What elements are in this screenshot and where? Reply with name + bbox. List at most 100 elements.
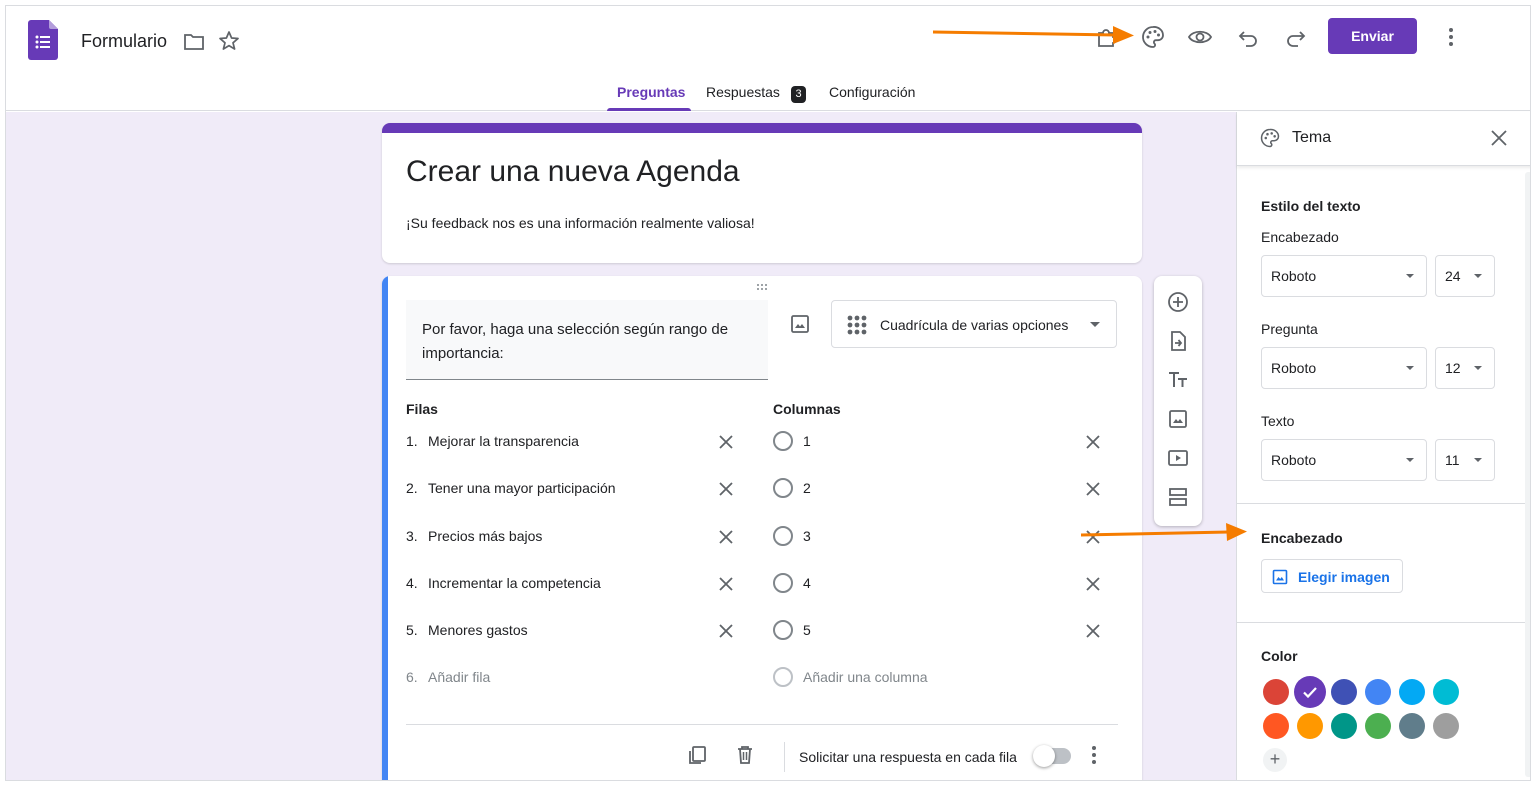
text-size-select[interactable]: 11 bbox=[1435, 439, 1495, 481]
question-type-select[interactable]: Cuadrícula de varias opciones bbox=[831, 300, 1117, 348]
column-label[interactable]: 3 bbox=[803, 528, 811, 544]
remove-column-close-icon[interactable] bbox=[1084, 480, 1102, 498]
grid-column-1[interactable]: 1 bbox=[773, 430, 1113, 454]
add-custom-color-button[interactable]: + bbox=[1263, 748, 1287, 772]
remove-row-close-icon[interactable] bbox=[717, 622, 735, 640]
undo-icon[interactable] bbox=[1236, 24, 1262, 50]
drag-handle-icon[interactable] bbox=[752, 282, 772, 292]
form-description[interactable]: ¡Su feedback nos es una información real… bbox=[406, 215, 755, 231]
panel-scrollbar[interactable] bbox=[1525, 172, 1530, 777]
grid-column-4[interactable]: 4 bbox=[773, 572, 1113, 596]
color-swatch[interactable] bbox=[1331, 679, 1357, 705]
radio-placeholder bbox=[773, 526, 793, 546]
remove-row-close-icon[interactable] bbox=[717, 575, 735, 593]
add-question-icon[interactable] bbox=[1166, 290, 1190, 314]
column-label[interactable]: 4 bbox=[803, 575, 811, 591]
row-number: 1. bbox=[406, 433, 418, 449]
color-swatch[interactable] bbox=[1365, 679, 1391, 705]
color-swatch[interactable] bbox=[1365, 713, 1391, 739]
radio-placeholder bbox=[773, 431, 793, 451]
app-window: Formulario Enviar Preguntas Respuestas 3… bbox=[5, 5, 1531, 781]
remove-row-close-icon[interactable] bbox=[717, 433, 735, 451]
add-column[interactable]: Añadir una columna bbox=[773, 666, 1113, 690]
row-number: 5. bbox=[406, 622, 418, 638]
tab-settings[interactable]: Configuración bbox=[829, 84, 915, 111]
text-font-select[interactable]: Roboto bbox=[1261, 439, 1427, 481]
import-questions-icon[interactable] bbox=[1166, 329, 1190, 353]
grid-row-5[interactable]: 5. Menores gastos bbox=[406, 619, 746, 643]
question-type-label: Cuadrícula de varias opciones bbox=[880, 317, 1069, 333]
row-number: 2. bbox=[406, 480, 418, 496]
add-section-icon[interactable] bbox=[1166, 485, 1190, 509]
column-label[interactable]: 1 bbox=[803, 433, 811, 449]
add-title-text-icon[interactable] bbox=[1166, 368, 1190, 392]
preview-eye-icon[interactable] bbox=[1187, 24, 1213, 50]
grid-row-1[interactable]: 1. Mejorar la transparencia bbox=[406, 430, 746, 454]
color-swatch[interactable] bbox=[1433, 679, 1459, 705]
grid-row-3[interactable]: 3. Precios más bajos bbox=[406, 525, 746, 549]
question-card[interactable]: Por favor, haga una selección según rang… bbox=[382, 276, 1142, 780]
row-label[interactable]: Mejorar la transparencia bbox=[428, 433, 579, 449]
active-tab-indicator bbox=[607, 108, 691, 111]
color-swatch[interactable] bbox=[1263, 713, 1289, 739]
column-label[interactable]: 2 bbox=[803, 480, 811, 496]
more-vert-icon[interactable] bbox=[1438, 24, 1464, 50]
color-swatch[interactable] bbox=[1399, 713, 1425, 739]
required-toggle[interactable] bbox=[1033, 745, 1071, 767]
tab-questions[interactable]: Preguntas bbox=[617, 84, 685, 111]
chevron-down-icon bbox=[1474, 366, 1482, 370]
remove-row-close-icon[interactable] bbox=[717, 480, 735, 498]
add-row[interactable]: 6. Añadir fila bbox=[406, 666, 746, 690]
row-label[interactable]: Menores gastos bbox=[428, 622, 528, 638]
grid-column-5[interactable]: 5 bbox=[773, 619, 1113, 643]
color-swatch[interactable] bbox=[1433, 713, 1459, 739]
grid-column-2[interactable]: 2 bbox=[773, 477, 1113, 501]
tab-responses[interactable]: Respuestas bbox=[706, 84, 780, 111]
row-number: 3. bbox=[406, 528, 418, 544]
star-icon[interactable] bbox=[218, 30, 240, 52]
row-label[interactable]: Tener una mayor participación bbox=[428, 480, 616, 496]
choose-image-button[interactable]: Elegir imagen bbox=[1261, 559, 1403, 593]
grid-row-4[interactable]: 4. Incrementar la competencia bbox=[406, 572, 746, 596]
question-title[interactable]: Por favor, haga una selección según rang… bbox=[422, 318, 762, 366]
add-row-label[interactable]: Añadir fila bbox=[428, 669, 490, 685]
add-image-icon[interactable] bbox=[1166, 407, 1190, 431]
color-swatch[interactable] bbox=[1399, 679, 1425, 705]
remove-column-close-icon[interactable] bbox=[1084, 433, 1102, 451]
close-icon[interactable] bbox=[1489, 128, 1509, 148]
color-swatch[interactable] bbox=[1263, 679, 1289, 705]
remove-column-close-icon[interactable] bbox=[1084, 575, 1102, 593]
add-column-label[interactable]: Añadir una columna bbox=[803, 669, 928, 685]
question-font-select[interactable]: Roboto bbox=[1261, 347, 1427, 389]
duplicate-icon[interactable] bbox=[686, 744, 708, 766]
remove-column-close-icon[interactable] bbox=[1084, 622, 1102, 640]
radio-placeholder bbox=[773, 573, 793, 593]
send-button[interactable]: Enviar bbox=[1328, 18, 1417, 54]
column-label[interactable]: 5 bbox=[803, 622, 811, 638]
forms-logo-icon[interactable] bbox=[28, 20, 58, 60]
header-font-label: Encabezado bbox=[1261, 229, 1339, 245]
add-image-icon[interactable] bbox=[789, 313, 811, 335]
question-title-field[interactable]: Por favor, haga una selección según rang… bbox=[406, 300, 768, 380]
add-video-icon[interactable] bbox=[1166, 446, 1190, 470]
question-more-vert-icon[interactable] bbox=[1084, 744, 1104, 766]
header-font-select[interactable]: Roboto bbox=[1261, 255, 1427, 297]
select-value: Roboto bbox=[1271, 268, 1317, 284]
row-label[interactable]: Precios más bajos bbox=[428, 528, 542, 544]
grid-row-2[interactable]: 2. Tener una mayor participación bbox=[406, 477, 746, 501]
color-swatch[interactable] bbox=[1331, 713, 1357, 739]
document-title[interactable]: Formulario bbox=[81, 31, 167, 52]
redo-icon[interactable] bbox=[1282, 24, 1308, 50]
row-number: 6. bbox=[406, 669, 418, 685]
grid-column-3[interactable]: 3 bbox=[773, 525, 1113, 549]
form-title[interactable]: Crear una nueva Agenda bbox=[406, 155, 740, 189]
trash-icon[interactable] bbox=[734, 744, 756, 766]
color-swatch[interactable] bbox=[1294, 676, 1326, 708]
form-title-card[interactable]: Crear una nueva Agenda ¡Su feedback nos … bbox=[382, 123, 1142, 263]
question-size-select[interactable]: 12 bbox=[1435, 347, 1495, 389]
header-size-select[interactable]: 24 bbox=[1435, 255, 1495, 297]
color-swatch[interactable] bbox=[1297, 713, 1323, 739]
row-label[interactable]: Incrementar la competencia bbox=[428, 575, 601, 591]
folder-icon[interactable] bbox=[183, 32, 205, 52]
remove-row-close-icon[interactable] bbox=[717, 528, 735, 546]
